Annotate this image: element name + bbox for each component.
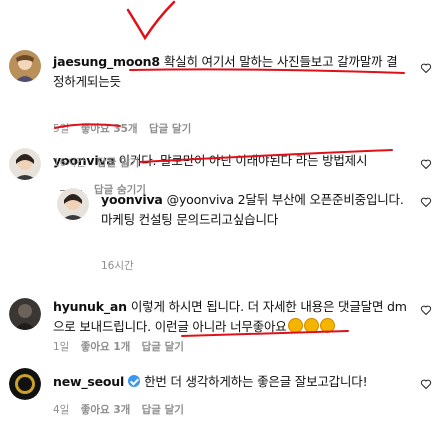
reply-username[interactable]: yoonviva	[101, 192, 163, 207]
reply-avatar[interactable]	[57, 188, 89, 220]
reply-body: yoonviva @yoonviva 2달뒤 부산에 오픈준비중입니다. 마케팅 …	[101, 190, 416, 230]
reply-button[interactable]: 답글 달기	[97, 157, 139, 169]
avatar-image	[9, 50, 41, 82]
comment-time: 16시간	[53, 157, 86, 169]
comment-body: new_seoul 한번 더 생각하게하는 좋은글 잘보고갑니다!	[53, 372, 413, 392]
clap-emoji-icon	[287, 318, 303, 333]
avatar-image	[9, 148, 41, 180]
avatar-image	[57, 188, 89, 220]
comment-meta: 16시간 답글 달기	[53, 155, 147, 170]
comment-username[interactable]: jaesung_moon8	[53, 54, 160, 69]
comment-row: jaesung_moon8 확실히 여기서 말하는 사진들보고 갈까말까 결정하게…	[0, 0, 441, 140]
comment-body: jaesung_moon8 확실히 여기서 말하는 사진들보고 갈까말까 결정하게…	[53, 52, 408, 92]
avatar-image	[9, 368, 41, 400]
heart-icon[interactable]	[420, 304, 432, 316]
reply-button[interactable]: 답글 달기	[142, 404, 184, 416]
verified-badge-icon	[128, 375, 141, 387]
comment-username[interactable]: new_seoul	[53, 374, 124, 389]
likes-count[interactable]: 좋아요 35개	[81, 123, 138, 135]
clap-emoji-icon	[319, 318, 335, 333]
avatar[interactable]	[9, 368, 41, 400]
avatar-image	[9, 298, 41, 330]
avatar[interactable]	[9, 298, 41, 330]
comment-body: hyunuk_an 이렇게 하시면 됩니다. 더 자세한 내용은 댓글달면 dm으…	[53, 297, 408, 337]
comment-time: 4일	[53, 404, 70, 416]
heart-icon[interactable]	[420, 62, 432, 74]
comment-meta: 5일 좋아요 35개 답글 달기	[53, 121, 199, 136]
avatar[interactable]	[9, 50, 41, 82]
avatar[interactable]	[9, 148, 41, 180]
reply-button[interactable]: 답글 달기	[142, 341, 184, 353]
reply-meta: 16시간	[101, 258, 142, 273]
reply-button[interactable]: 답글 달기	[149, 123, 191, 135]
clap-emoji-icon	[303, 318, 319, 333]
comment-time: 5일	[53, 123, 70, 135]
likes-count[interactable]: 좋아요 1개	[81, 341, 131, 353]
comment-username[interactable]: hyunuk_an	[53, 299, 127, 314]
comment-text: 이거다. 말로만이 아닌 이래야된다 라는 방법제시	[118, 153, 368, 168]
comment-time: 1일	[53, 341, 70, 353]
heart-icon[interactable]	[420, 378, 432, 390]
comment-text: 한번 더 생각하게하는 좋은글 잘보고갑니다!	[144, 374, 368, 389]
comment-meta: 4일 좋아요 3개 답글 달기	[53, 402, 192, 417]
likes-count[interactable]: 좋아요 3개	[81, 404, 131, 416]
comment-meta: 1일 좋아요 1개 답글 달기	[53, 339, 192, 354]
reply-time: 16시간	[101, 260, 134, 272]
heart-icon[interactable]	[420, 196, 432, 208]
heart-icon[interactable]	[420, 158, 432, 170]
